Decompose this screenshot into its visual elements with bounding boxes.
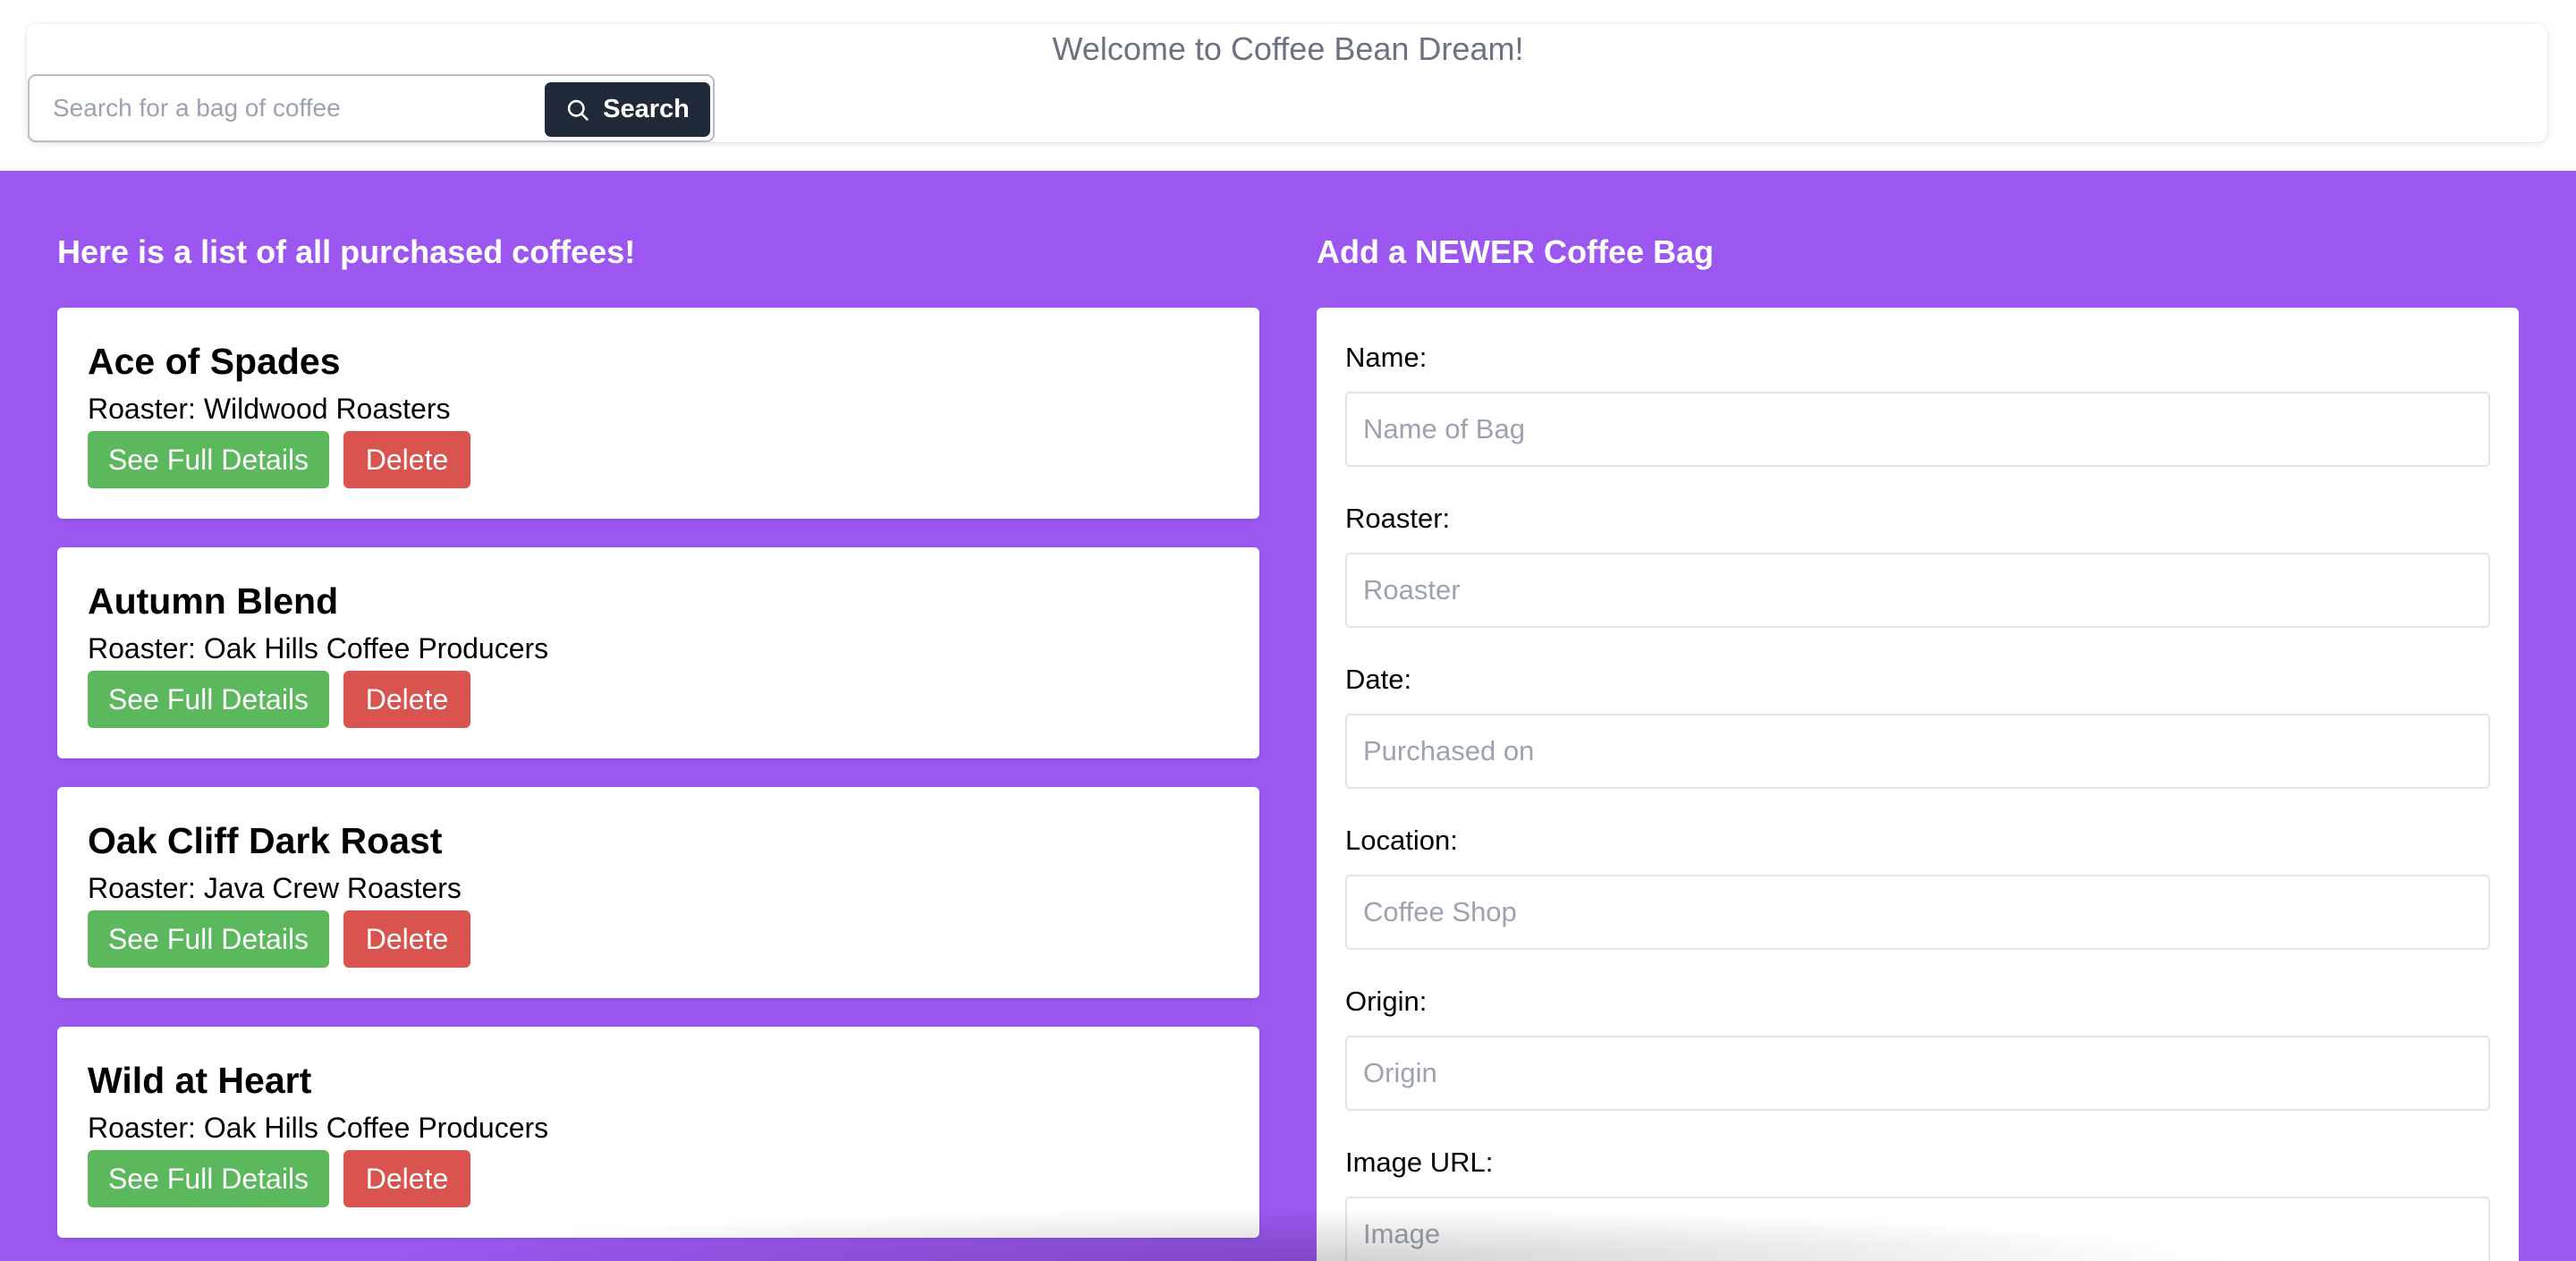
see-full-details-button[interactable]: See Full Details <box>88 431 329 488</box>
roaster-name: Java Crew Roasters <box>203 872 462 904</box>
coffee-roaster: Roaster: Oak Hills Coffee Producers <box>88 1109 548 1147</box>
delete-button[interactable]: Delete <box>343 910 470 968</box>
delete-button[interactable]: Delete <box>343 671 470 728</box>
add-coffee-title: Add a NEWER Coffee Bag <box>1317 233 1715 270</box>
roaster-prefix: Roaster: <box>88 632 204 664</box>
roaster-prefix: Roaster: <box>88 872 204 904</box>
coffee-name: Oak Cliff Dark Roast <box>88 820 443 861</box>
roaster-prefix: Roaster: <box>88 393 204 425</box>
image-url-field[interactable] <box>1345 1197 2490 1261</box>
page: Welcome to Coffee Bean Dream! Search Her… <box>0 0 2576 1261</box>
origin-field[interactable] <box>1345 1036 2490 1111</box>
name-field[interactable] <box>1345 392 2490 467</box>
coffee-list-title: Here is a list of all purchased coffees! <box>57 233 636 270</box>
search-button-label: Search <box>603 95 690 123</box>
date-field[interactable] <box>1345 714 2490 789</box>
see-full-details-button[interactable]: See Full Details <box>88 910 329 968</box>
roaster-prefix: Roaster: <box>88 1112 204 1144</box>
roaster-field[interactable] <box>1345 553 2490 628</box>
search-bar: Search <box>28 74 715 142</box>
search-input[interactable] <box>38 81 557 135</box>
location-field[interactable] <box>1345 875 2490 950</box>
location-label: Location: <box>1345 825 1458 856</box>
coffee-card: Ace of Spades Roaster: Wildwood Roasters… <box>57 308 1259 519</box>
coffee-name: Ace of Spades <box>88 341 341 382</box>
coffee-roaster: Roaster: Java Crew Roasters <box>88 869 462 907</box>
date-label: Date: <box>1345 664 1412 695</box>
add-coffee-form: Name: Roaster: Date: Location: Origin: I… <box>1317 308 2519 1261</box>
image-url-label: Image URL: <box>1345 1147 1494 1178</box>
roaster-label: Roaster: <box>1345 503 1451 534</box>
welcome-heading: Welcome to Coffee Bean Dream! <box>1052 30 1524 67</box>
coffee-roaster: Roaster: Oak Hills Coffee Producers <box>88 630 548 667</box>
delete-button[interactable]: Delete <box>343 431 470 488</box>
origin-label: Origin: <box>1345 986 1428 1017</box>
coffee-name: Autumn Blend <box>88 580 339 622</box>
see-full-details-button[interactable]: See Full Details <box>88 1150 329 1207</box>
see-full-details-button[interactable]: See Full Details <box>88 671 329 728</box>
roaster-name: Wildwood Roasters <box>203 393 451 425</box>
roaster-name: Oak Hills Coffee Producers <box>203 632 549 664</box>
name-label: Name: <box>1345 342 1428 373</box>
delete-button[interactable]: Delete <box>343 1150 470 1207</box>
search-button[interactable]: Search <box>545 82 710 137</box>
coffee-name: Wild at Heart <box>88 1060 312 1101</box>
roaster-name: Oak Hills Coffee Producers <box>203 1112 549 1144</box>
coffee-card: Oak Cliff Dark Roast Roaster: Java Crew … <box>57 787 1259 998</box>
coffee-card: Wild at Heart Roaster: Oak Hills Coffee … <box>57 1027 1259 1238</box>
search-icon <box>567 99 589 121</box>
coffee-card: Autumn Blend Roaster: Oak Hills Coffee P… <box>57 547 1259 758</box>
coffee-roaster: Roaster: Wildwood Roasters <box>88 390 450 427</box>
